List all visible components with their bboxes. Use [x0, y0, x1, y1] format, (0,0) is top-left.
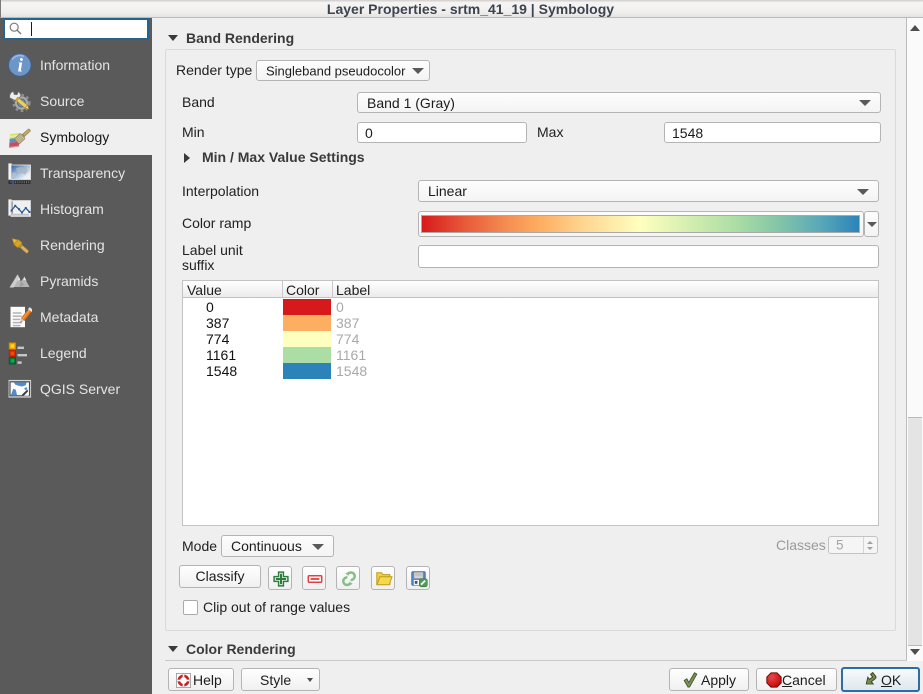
svg-text:i: i: [18, 56, 24, 77]
